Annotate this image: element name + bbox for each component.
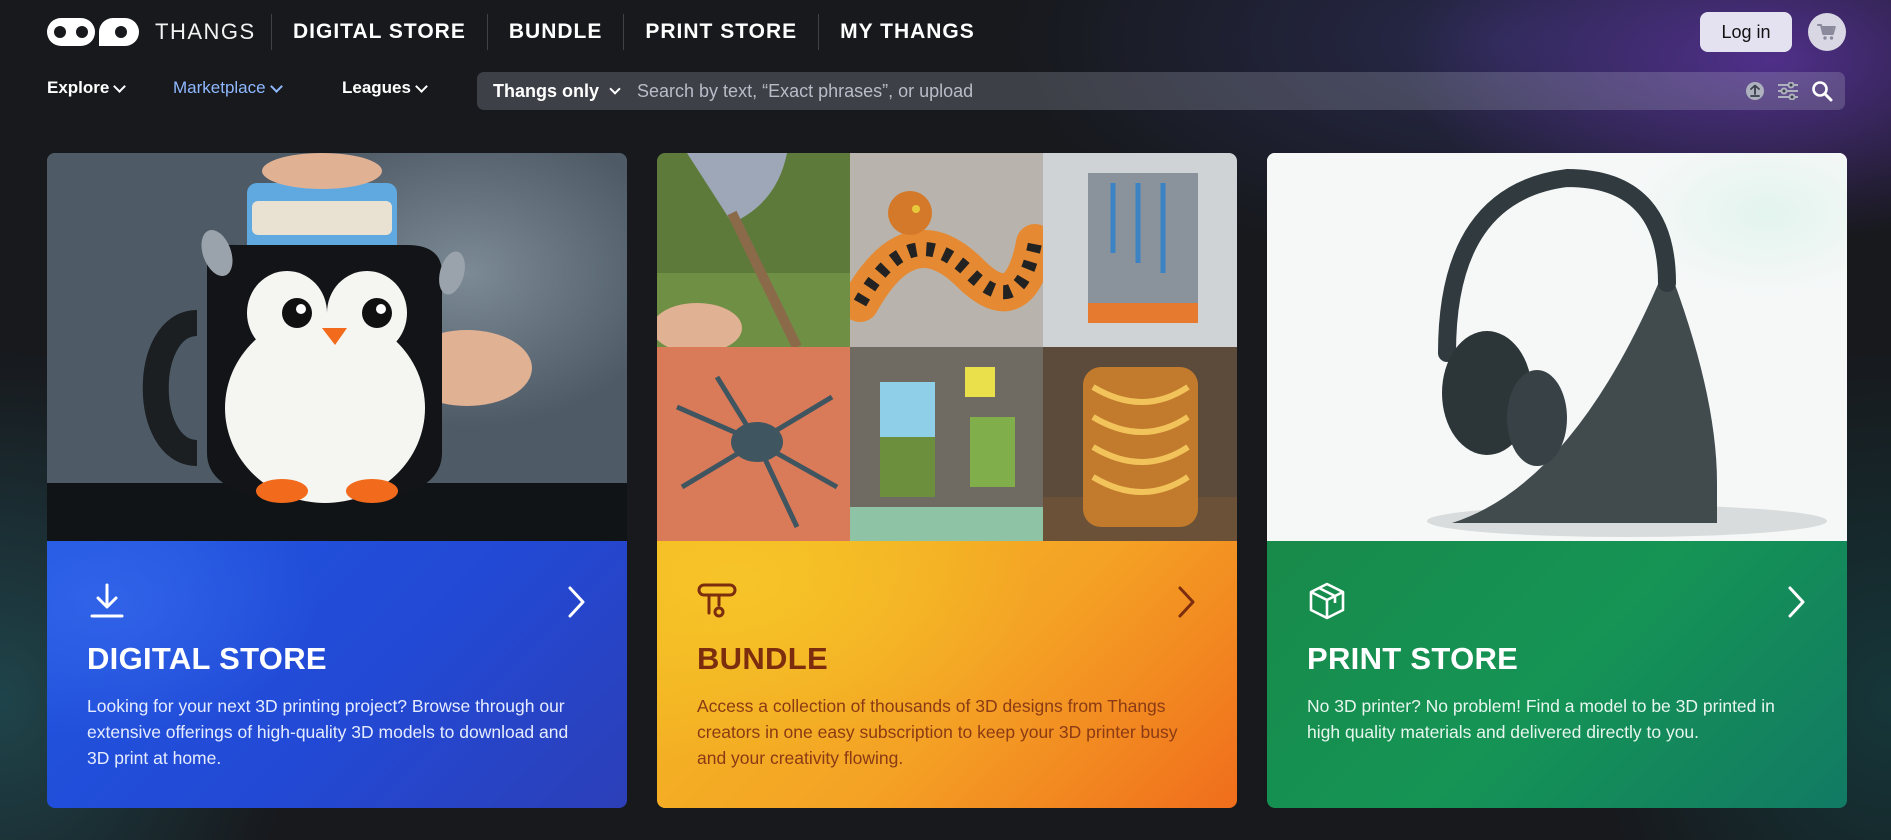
headphone-stand-image [1267, 153, 1847, 541]
explore-menu[interactable]: Explore [47, 78, 127, 98]
bundle-description: Access a collection of thousands of 3D d… [697, 696, 1178, 768]
articulated-snake-image [850, 153, 1043, 347]
axe-model-image [657, 153, 850, 347]
bundle-icon [697, 583, 737, 618]
cart-icon [1817, 24, 1836, 40]
digital-store-description: Looking for your next 3D printing projec… [87, 696, 569, 768]
cart-button[interactable] [1808, 13, 1846, 51]
print-store-title: PRINT STORE [1307, 641, 1519, 676]
tool-organizer-image [1043, 153, 1237, 347]
digital-store-panel: DIGITAL STORE Looking for your next 3D p… [47, 541, 627, 808]
search-icon[interactable] [1811, 80, 1833, 102]
bundle-card[interactable]: BUNDLE Access a collection of thousands … [657, 153, 1237, 808]
marketplace-menu[interactable]: Marketplace [173, 78, 283, 98]
print-store-panel: PRINT STORE No 3D printer? No problem! F… [1267, 541, 1847, 808]
search-actions [1745, 80, 1845, 102]
nav-bundle[interactable]: BUNDLE [486, 14, 624, 50]
bundle-panel: BUNDLE Access a collection of thousands … [657, 541, 1237, 808]
explore-label: Explore [47, 78, 110, 97]
search-scope-label: Thangs only [493, 80, 600, 101]
search-bar: Thangs only [477, 72, 1845, 110]
spider-model-image [657, 347, 850, 541]
search-input[interactable] [635, 79, 1745, 103]
nav-my-thangs[interactable]: MY THANGS [818, 14, 996, 50]
minecraft-figures-image [850, 347, 1043, 541]
chevron-down-icon [113, 79, 127, 93]
chevron-right-icon[interactable] [1785, 585, 1807, 619]
top-navigation: DIGITAL STORE BUNDLE PRINT STORE MY THAN… [271, 14, 996, 50]
search-scope-dropdown[interactable]: Thangs only [477, 80, 621, 102]
chevron-down-icon [415, 79, 428, 93]
penguin-mug-image [47, 153, 627, 541]
leagues-label: Leagues [342, 78, 411, 97]
nav-print-store[interactable]: PRINT STORE [623, 14, 818, 50]
chevron-right-icon[interactable] [565, 585, 587, 619]
brand-name: THANGS [155, 19, 256, 44]
filter-settings-icon[interactable] [1777, 82, 1799, 100]
bundle-title: BUNDLE [697, 641, 828, 676]
chevron-right-icon[interactable] [1175, 585, 1197, 619]
thangs-logo[interactable]: THANGS [47, 18, 256, 46]
package-icon [1309, 582, 1345, 620]
login-button[interactable]: Log in [1700, 12, 1792, 52]
bundle-image-mosaic [657, 153, 1237, 541]
upload-icon[interactable] [1745, 81, 1765, 101]
twisted-lamp-image [1043, 347, 1237, 541]
download-icon [90, 583, 124, 618]
chevron-down-icon [609, 83, 621, 95]
print-store-card[interactable]: PRINT STORE No 3D printer? No problem! F… [1267, 153, 1847, 808]
leagues-menu[interactable]: Leagues [342, 78, 428, 98]
digital-store-card[interactable]: DIGITAL STORE Looking for your next 3D p… [47, 153, 627, 808]
chevron-down-icon [269, 79, 283, 93]
marketplace-label: Marketplace [173, 78, 266, 97]
nav-digital-store[interactable]: DIGITAL STORE [271, 14, 487, 50]
digital-store-title: DIGITAL STORE [87, 641, 327, 676]
logo-mark-icon [47, 18, 139, 46]
print-store-description: No 3D printer? No problem! Find a model … [1307, 696, 1775, 742]
